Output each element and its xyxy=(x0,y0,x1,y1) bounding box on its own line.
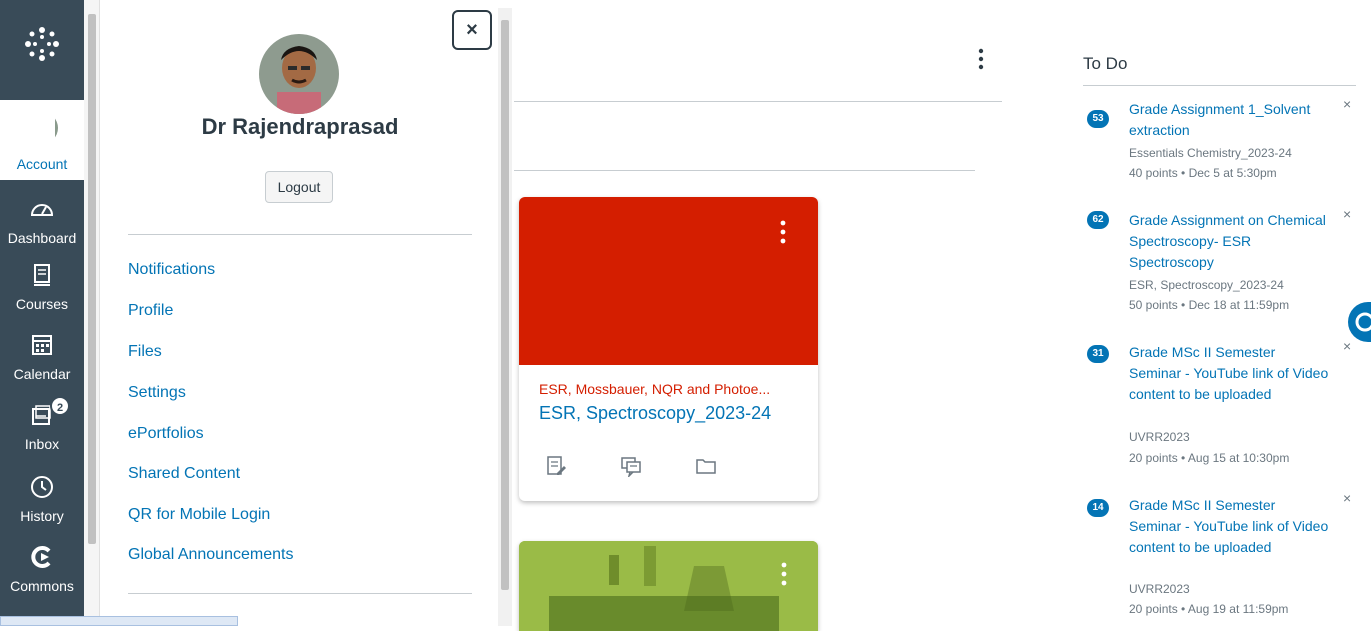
help-icon xyxy=(1355,312,1371,332)
tray-link-global-announcements[interactable]: Global Announcements xyxy=(128,546,293,564)
global-nav: Account Dashboard Courses Calendar Inbox… xyxy=(0,0,84,626)
nav-courses[interactable]: Courses xyxy=(0,256,84,326)
status-bar-url xyxy=(0,616,238,626)
todo-heading: To Do xyxy=(1083,54,1128,73)
global-nav-header xyxy=(0,0,84,100)
dismiss-todo-button[interactable]: × xyxy=(1343,206,1351,222)
tray-link-profile[interactable]: Profile xyxy=(128,302,173,320)
avatar xyxy=(26,112,58,144)
course-card-2[interactable] xyxy=(519,541,818,631)
todo-item-course: ESR, Spectroscopy_2023-24 xyxy=(1129,278,1284,292)
course-card-header[interactable] xyxy=(519,197,818,365)
tray-link-qr-mobile-login[interactable]: QR for Mobile Login xyxy=(128,506,270,524)
course-card-title[interactable]: ESR, Spectroscopy_2023-24 xyxy=(539,403,771,424)
todo-item-course: UVRR2023 xyxy=(1129,430,1190,444)
nav-dashboard[interactable]: Dashboard xyxy=(0,190,84,260)
canvas-logo-icon[interactable] xyxy=(24,26,60,62)
todo-item-link[interactable]: Grade MSc II Semester Seminar - YouTube … xyxy=(1129,342,1329,405)
dismiss-todo-button[interactable]: × xyxy=(1343,96,1351,112)
nav-history-label: History xyxy=(20,508,64,524)
course-card-image xyxy=(519,541,818,631)
tray-link-shared-content[interactable]: Shared Content xyxy=(128,465,240,483)
todo-item-meta: 20 points • Aug 15 at 10:30pm xyxy=(1129,451,1290,465)
todo-needs-grading-badge: 53 xyxy=(1087,110,1109,128)
todo-needs-grading-badge: 14 xyxy=(1087,499,1109,517)
todo-item-link[interactable]: Grade Assignment on Chemical Spectroscop… xyxy=(1129,210,1329,273)
nav-calendar-label: Calendar xyxy=(13,366,71,382)
user-name: Dr Rajendraprasad xyxy=(201,114,399,139)
courses-icon xyxy=(34,264,50,286)
divider xyxy=(128,593,472,594)
side-help-button[interactable] xyxy=(1348,302,1371,342)
logout-button[interactable]: Logout xyxy=(265,171,333,203)
dismiss-todo-button[interactable]: × xyxy=(1343,490,1351,506)
todo-item-course: UVRR2023 xyxy=(1129,582,1190,596)
course-card[interactable]: ESR, Mossbauer, NQR and Photoe... ESR, S… xyxy=(519,197,818,501)
inbox-unread-badge: 2 xyxy=(50,396,70,416)
card-options-icon[interactable] xyxy=(777,217,789,247)
tray-link-files[interactable]: Files xyxy=(128,343,162,361)
clock-icon xyxy=(31,476,53,498)
calendar-icon xyxy=(32,335,52,355)
todo-item-meta: 40 points • Dec 5 at 5:30pm xyxy=(1129,166,1277,180)
close-tray-button[interactable]: × xyxy=(452,10,492,50)
course-card-term: ESR, Mossbauer, NQR and Photoe... xyxy=(539,381,771,397)
nav-account-label: Account xyxy=(16,156,68,172)
tray-link-settings[interactable]: Settings xyxy=(128,384,186,402)
dashboard-icon xyxy=(30,204,54,216)
todo-item-meta: 20 points • Aug 19 at 11:59pm xyxy=(1129,602,1289,616)
tray-scrollbar[interactable] xyxy=(498,8,512,626)
todo-item-meta: 50 points • Dec 18 at 11:59pm xyxy=(1129,298,1290,312)
divider xyxy=(514,170,975,171)
tray-link-eportfolios[interactable]: ePortfolios xyxy=(128,425,204,443)
nav-commons[interactable]: Commons xyxy=(0,538,84,608)
dashboard-options-icon[interactable] xyxy=(974,46,988,74)
todo-item-link[interactable]: Grade MSc II Semester Seminar - YouTube … xyxy=(1129,495,1329,558)
nav-dashboard-label: Dashboard xyxy=(7,230,77,246)
folder-icon[interactable] xyxy=(695,455,717,477)
todo-needs-grading-badge: 62 xyxy=(1087,211,1109,229)
nav-history[interactable]: History xyxy=(0,468,84,538)
divider xyxy=(128,234,472,235)
global-nav-scrollbar[interactable] xyxy=(84,0,100,626)
commons-icon xyxy=(31,546,51,568)
nav-calendar[interactable]: Calendar xyxy=(0,326,84,396)
nav-courses-label: Courses xyxy=(15,296,69,312)
nav-account[interactable]: Account xyxy=(0,100,84,180)
divider xyxy=(514,101,1002,102)
tray-avatar xyxy=(259,34,339,114)
nav-inbox[interactable]: Inbox xyxy=(0,396,84,466)
tray-link-notifications[interactable]: Notifications xyxy=(128,261,215,279)
nav-inbox-label: Inbox xyxy=(24,436,60,452)
nav-commons-label: Commons xyxy=(10,578,74,594)
todo-needs-grading-badge: 31 xyxy=(1087,345,1109,363)
todo-item-link[interactable]: Grade Assignment 1_Solvent extraction xyxy=(1129,99,1329,141)
assignments-icon[interactable] xyxy=(545,455,567,477)
todo-item-course: Essentials Chemistry_2023-24 xyxy=(1129,146,1292,160)
divider xyxy=(1083,85,1356,86)
discussions-icon[interactable] xyxy=(620,455,642,477)
dismiss-todo-button[interactable]: × xyxy=(1343,338,1351,354)
